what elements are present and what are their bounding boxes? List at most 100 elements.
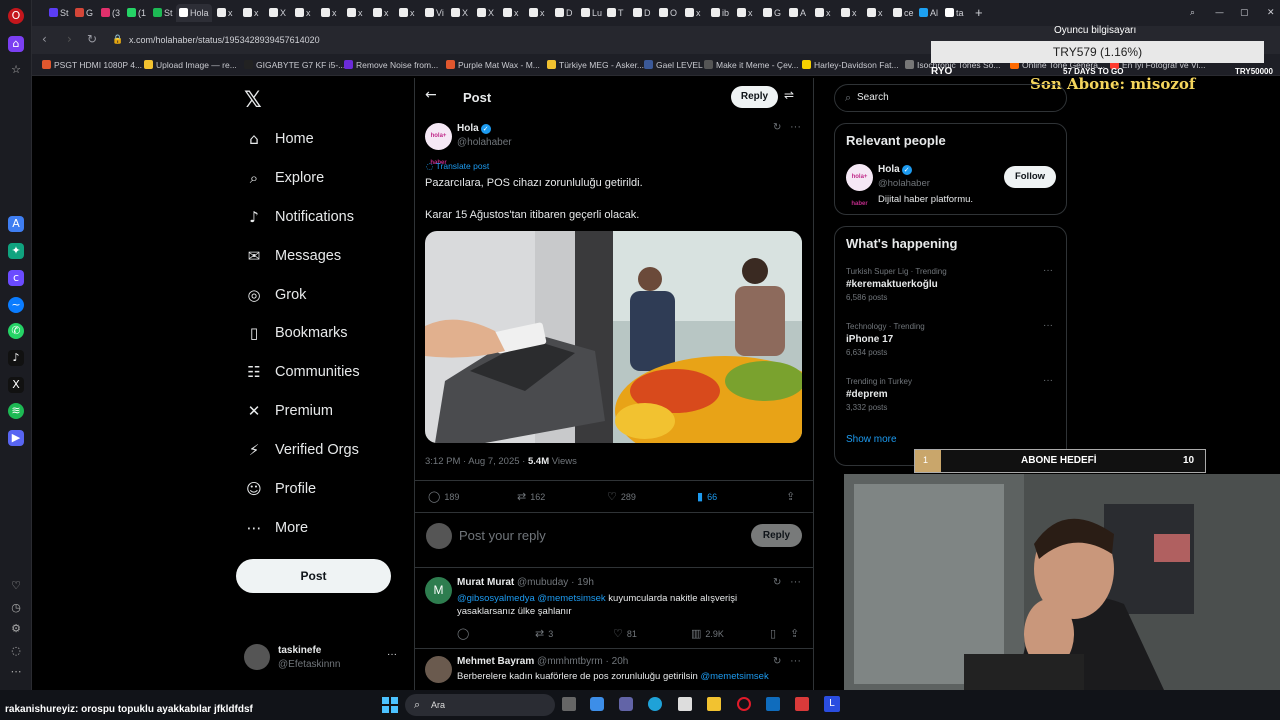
browser-tab[interactable]: X — [266, 4, 291, 22]
chatgpt-icon[interactable]: ✦ — [8, 243, 24, 259]
reply-author-name[interactable]: Mehmet Bayram — [457, 656, 534, 667]
launcher-icon[interactable]: L — [824, 696, 840, 712]
nav-item-notifications[interactable]: ♪ Notifications — [244, 204, 354, 230]
browser-tab[interactable]: ib — [708, 4, 733, 22]
repost-action[interactable]: ⇄ 3 — [535, 627, 553, 640]
grok-circle-icon[interactable]: ↻ — [773, 656, 781, 667]
back-nav-icon[interactable]: ‹ — [42, 32, 47, 46]
share-action[interactable]: ⇪ — [790, 627, 799, 640]
forward-nav-icon[interactable]: › — [67, 32, 72, 46]
browser-tab[interactable]: X — [474, 4, 499, 22]
messenger-icon[interactable]: ~ — [8, 297, 24, 313]
trend-more-icon[interactable]: ··· — [1043, 375, 1053, 386]
browser-tab[interactable]: (3 — [98, 4, 123, 22]
share-action[interactable]: ⇪ — [786, 490, 795, 503]
person-handle[interactable]: @holahaber — [878, 178, 930, 189]
nav-item-grok[interactable]: ◎ Grok — [244, 282, 306, 308]
browser-tab[interactable]: x — [734, 4, 759, 22]
search-input[interactable]: ⌕ Search — [834, 84, 1067, 112]
browser-tab[interactable]: D — [552, 4, 577, 22]
nav-item-messages[interactable]: ✉ Messages — [244, 243, 341, 269]
windows-start-icon[interactable] — [382, 697, 398, 713]
search-tabs-icon[interactable]: ⌕ — [1187, 4, 1212, 22]
reply-submit-button[interactable]: Reply — [751, 524, 802, 547]
browser-tab[interactable]: Al — [916, 4, 941, 22]
person-name[interactable]: Hola — [878, 164, 900, 175]
whatsapp-icon[interactable]: ✆ — [8, 323, 24, 339]
browser-tab[interactable]: x — [240, 4, 265, 22]
taskbar-search[interactable]: ⌕ Ara — [405, 694, 555, 716]
x-logo-icon[interactable]: 𝕏 — [244, 88, 262, 113]
browser-tab[interactable]: x — [838, 4, 863, 22]
bookmark-item[interactable]: PSGT HDMI 1080P 4... — [42, 60, 142, 70]
browser-tab[interactable]: x — [396, 4, 421, 22]
browser-tab[interactable]: St — [46, 4, 71, 22]
browser-tab[interactable]: A — [786, 4, 811, 22]
nav-item-premium[interactable]: ✕ Premium — [244, 398, 333, 424]
browser-tab[interactable]: x — [318, 4, 343, 22]
aria-icon[interactable]: A — [8, 216, 24, 232]
grok-circle-icon[interactable]: ↻ — [773, 122, 781, 133]
follow-button[interactable]: Follow — [1004, 166, 1056, 188]
browser-tab[interactable]: X — [448, 4, 473, 22]
browser-tab[interactable]: ta — [942, 4, 967, 22]
maximize-icon[interactable]: ▢ — [1237, 4, 1262, 22]
trend-item[interactable]: Turkish Super Lig · Trending #keremaktue… — [846, 267, 947, 302]
avatar[interactable]: M — [425, 577, 452, 604]
browser-tab[interactable]: G — [72, 4, 97, 22]
bookmark-action[interactable]: ▮ 66 — [697, 490, 717, 503]
post-time[interactable]: 3:12 PM · Aug 7, 2025 · — [425, 456, 528, 467]
like-action[interactable]: ♡ 81 — [613, 627, 637, 640]
reload-icon[interactable]: ↻ — [87, 32, 97, 46]
store-icon[interactable] — [678, 697, 692, 711]
trend-item[interactable]: Technology · Trending iPhone 17 6,634 po… — [846, 322, 925, 357]
browser-tab[interactable]: x — [526, 4, 551, 22]
nav-item-more[interactable]: ⋯ More — [244, 515, 309, 541]
app-icon[interactable] — [795, 697, 809, 711]
browser-tab[interactable]: Vi — [422, 4, 447, 22]
browser-tab[interactable]: ce — [890, 4, 915, 22]
author-name[interactable]: Hola — [457, 123, 479, 134]
post-image[interactable] — [425, 231, 802, 443]
author-avatar[interactable]: hola+ haber — [425, 123, 452, 166]
minimize-icon[interactable]: — — [1212, 4, 1237, 22]
edge-icon[interactable] — [648, 697, 662, 711]
file-explorer-icon[interactable] — [707, 697, 721, 711]
nav-item-home[interactable]: ⌂ Home — [244, 126, 313, 152]
browser-tab[interactable]: x — [864, 4, 889, 22]
settings-icon[interactable]: ⚙ — [8, 621, 24, 637]
bookmark-item[interactable]: Gael LEVEL — [644, 60, 703, 70]
star-icon[interactable]: ☆ — [8, 62, 24, 78]
browser-tab[interactable]: x — [344, 4, 369, 22]
lock-icon[interactable]: 🔒 — [112, 35, 123, 45]
nav-item-explore[interactable]: ⌕ Explore — [244, 165, 324, 191]
reply-author-handle[interactable]: @mmhmtbyrm · 20h — [537, 656, 628, 667]
nav-item-communities[interactable]: ☷ Communities — [244, 359, 359, 385]
new-tab-icon[interactable]: + — [972, 4, 997, 22]
translate-link[interactable]: ◌ Translate post — [426, 161, 489, 172]
opera-taskbar-icon[interactable] — [737, 697, 751, 711]
app-icon[interactable]: c — [8, 270, 24, 286]
browser-tab[interactable]: x — [370, 4, 395, 22]
url-field[interactable]: x.com/holahaber/status/19534289394576140… — [129, 35, 320, 45]
browser-tab[interactable]: x — [214, 4, 239, 22]
settings-sliders-icon[interactable]: ⇌ — [784, 88, 794, 102]
trend-more-icon[interactable]: ··· — [1043, 320, 1053, 331]
grok-circle-icon[interactable]: ↻ — [773, 577, 781, 588]
browser-tab[interactable]: x — [292, 4, 317, 22]
reply-mentions[interactable]: @gibsosyalmedya @memetsimsek — [457, 593, 606, 604]
reply-author-handle[interactable]: @mubuday · 19h — [517, 577, 594, 588]
browser-tab[interactable]: x — [812, 4, 837, 22]
more-options-icon[interactable]: ··· — [790, 655, 801, 667]
reply-author-name[interactable]: Murat Murat — [457, 577, 514, 588]
tiktok-icon[interactable]: ♪ — [8, 350, 24, 366]
person-name-line[interactable]: Hola ✓ — [878, 164, 912, 175]
more-options-icon[interactable]: ··· — [790, 121, 801, 133]
lightbulb-icon[interactable]: ◌ — [8, 643, 24, 659]
like-action[interactable]: ♡ 289 — [607, 490, 636, 503]
task-view-icon[interactable] — [562, 697, 576, 711]
author-handle[interactable]: @holahaber — [457, 137, 512, 148]
more-icon[interactable]: ⋯ — [8, 664, 24, 680]
heart-icon[interactable]: ♡ — [8, 578, 24, 594]
browser-tab[interactable]: T — [604, 4, 629, 22]
